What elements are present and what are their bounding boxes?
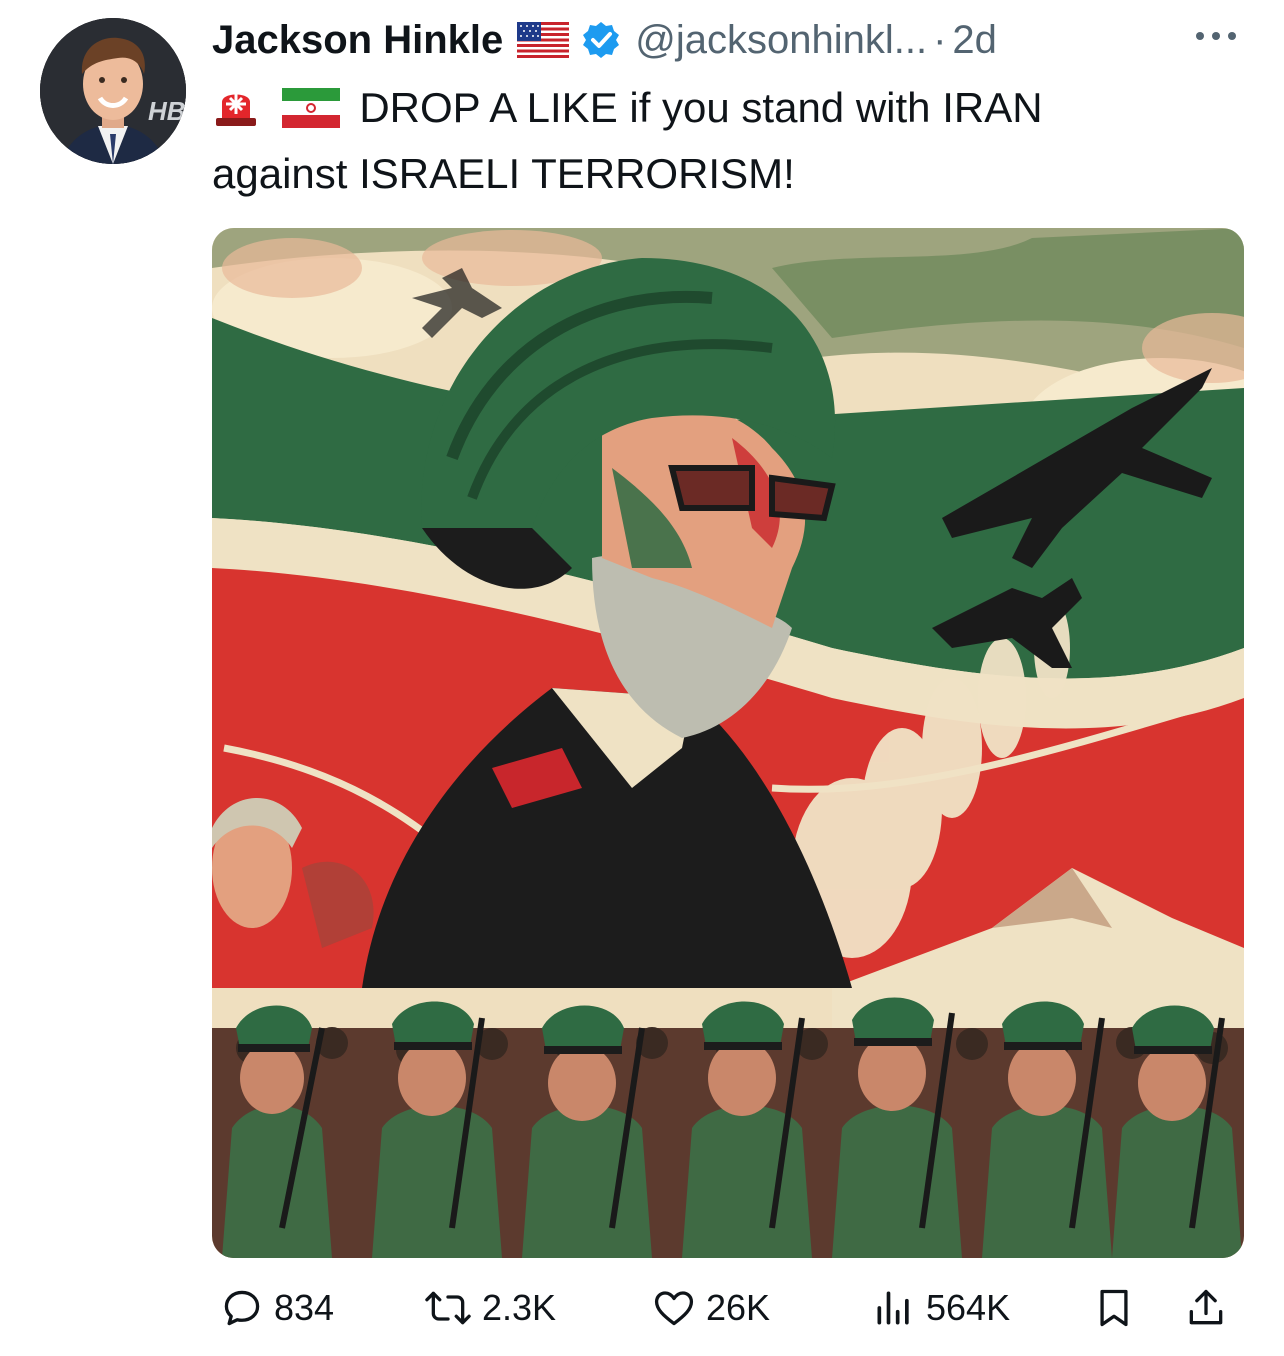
reply-count: 834 [274, 1287, 335, 1328]
avatar-image [40, 18, 186, 164]
author-avatar[interactable]: HB [40, 18, 186, 164]
post-header: Jackson Hinkle @jacksonhinkl... · 2d [212, 14, 1252, 66]
poster-illustration [212, 228, 1244, 1258]
post-text: DROP A LIKE if you stand with IRAN again… [212, 78, 1232, 204]
heart-icon [654, 1291, 694, 1326]
avatar-badge-text: HB [148, 96, 186, 126]
reply-icon [224, 1290, 260, 1326]
author-name[interactable]: Jackson Hinkle [212, 18, 503, 63]
views-chart-icon [877, 1291, 909, 1325]
time-separator: · [933, 17, 947, 62]
share-icon [1189, 1289, 1223, 1325]
bookmark-button[interactable] [1092, 1280, 1136, 1336]
share-button[interactable] [1184, 1280, 1228, 1336]
repost-button[interactable]: 2.3K [424, 1280, 556, 1336]
bookmark-icon [1100, 1289, 1128, 1327]
post-action-bar: 834 2.3K 26K 564K [212, 1280, 1252, 1336]
views-count: 564K [926, 1287, 1011, 1328]
repost-icon [425, 1291, 471, 1325]
post-media-image[interactable] [212, 228, 1244, 1258]
us-flag-icon [517, 22, 570, 58]
more-options-icon[interactable] [1192, 26, 1240, 46]
like-button[interactable]: 26K [652, 1280, 770, 1336]
iran-flag-icon [281, 84, 340, 144]
verified-badge-icon[interactable] [581, 20, 621, 60]
repost-count: 2.3K [482, 1287, 557, 1328]
post-text-line-1: DROP A LIKE if you stand with IRAN [212, 78, 1232, 144]
post-text-main: DROP A LIKE if you stand with IRAN [359, 84, 1043, 131]
reply-button[interactable]: 834 [220, 1280, 334, 1336]
like-count: 26K [706, 1287, 771, 1328]
views-button[interactable]: 564K [872, 1280, 1010, 1336]
post-timestamp[interactable]: 2d [952, 18, 997, 63]
post-text-line-2: against ISRAELI TERRORISM! [212, 150, 795, 197]
police-light-icon [212, 80, 260, 144]
author-handle[interactable]: @jacksonhinkl... [635, 18, 927, 63]
